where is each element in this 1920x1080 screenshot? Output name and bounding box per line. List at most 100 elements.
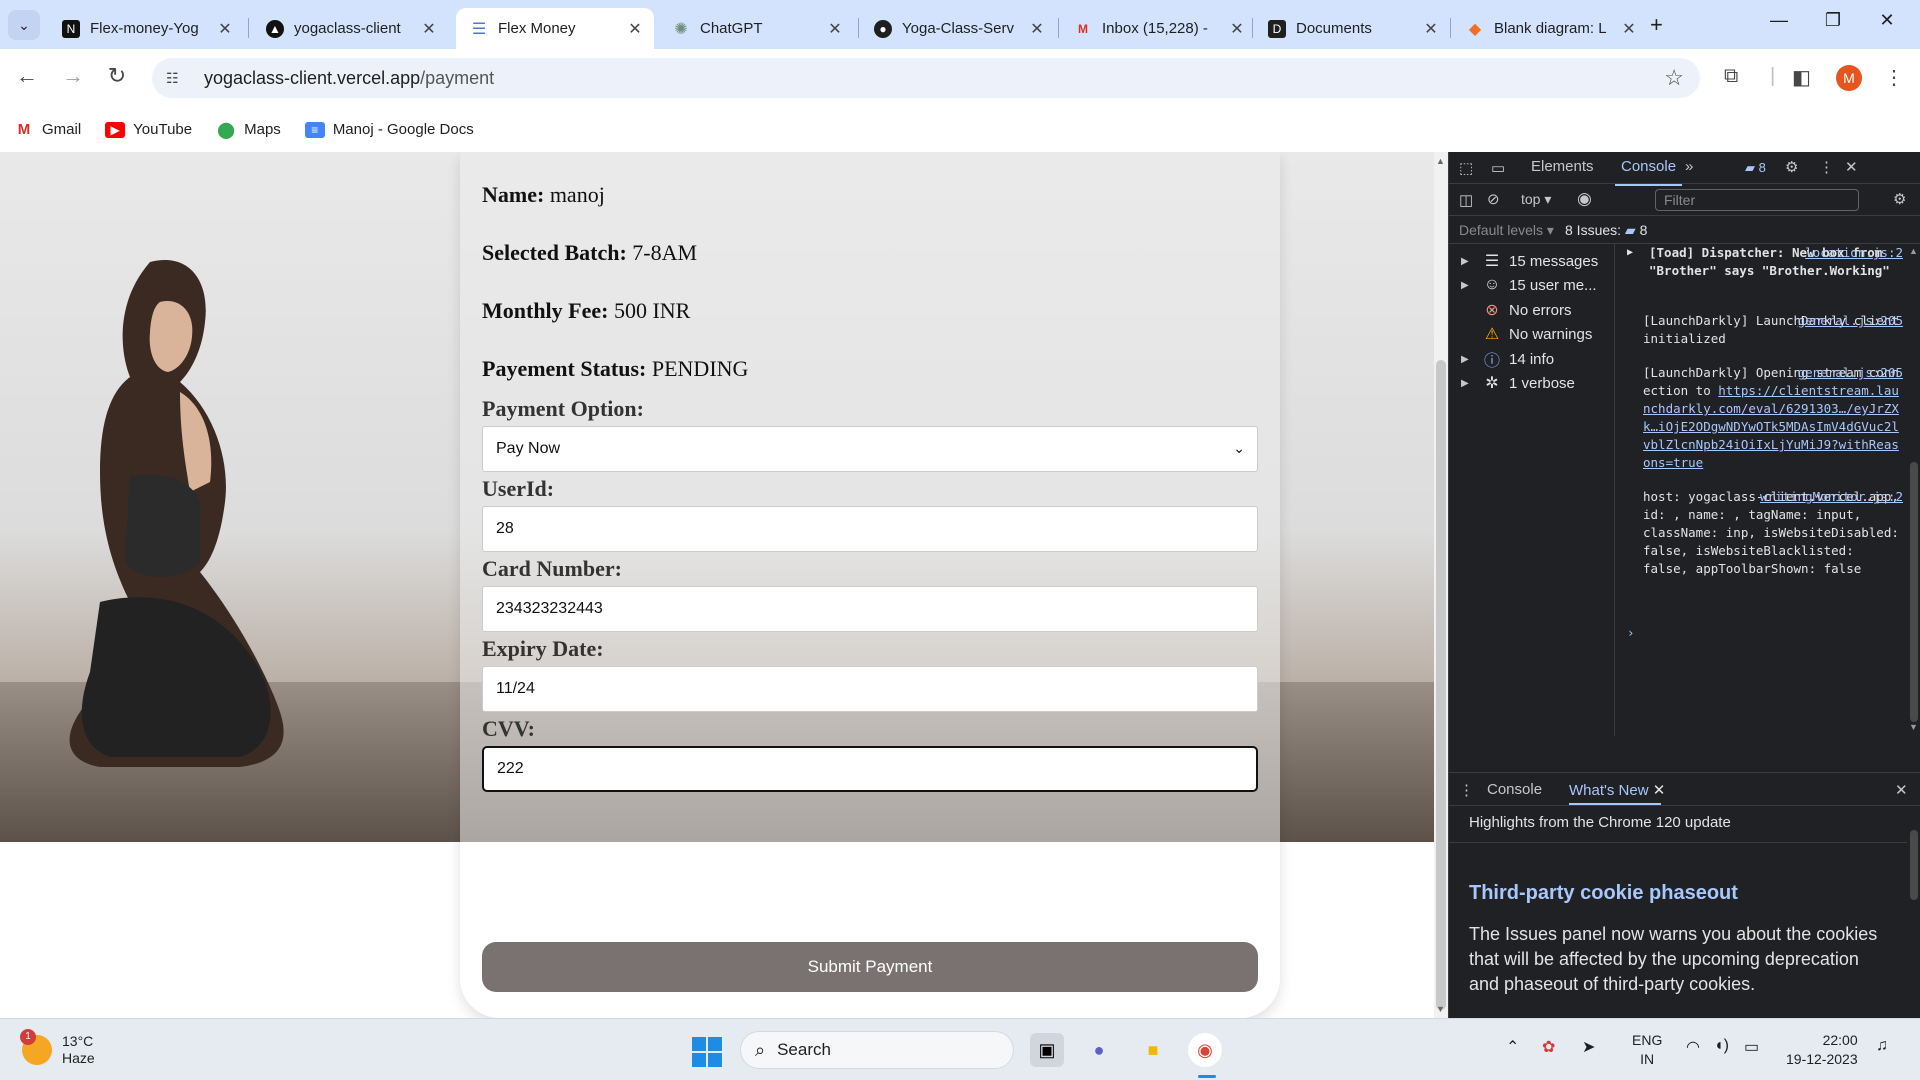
language-indicator[interactable]: ENG IN	[1632, 1031, 1662, 1069]
windows-start-icon[interactable]	[692, 1037, 722, 1067]
menu-kebab-icon[interactable]: ⋮	[1884, 65, 1904, 90]
whats-new-scrollbar[interactable]	[1907, 806, 1920, 1018]
new-tab-button[interactable]: +	[1650, 12, 1663, 38]
devtools-menu-icon[interactable]: ⋮	[1819, 158, 1834, 176]
cvv-input[interactable]: 222	[482, 746, 1258, 792]
close-icon[interactable]: ✕	[1422, 19, 1440, 39]
tab-flex-money-yog[interactable]: N Flex-money-Yog ✕	[48, 8, 244, 49]
bookmark-star-icon[interactable]: ☆	[1664, 65, 1684, 91]
close-icon[interactable]: ✕	[216, 19, 234, 39]
battery-icon[interactable]: ▭	[1744, 1037, 1759, 1057]
close-icon[interactable]: ✕	[420, 19, 438, 39]
notifications-bell-icon[interactable]: ♫	[1876, 1037, 1888, 1055]
tab-blank-diagram[interactable]: ◆ Blank diagram: L ✕	[1452, 8, 1648, 49]
scrollbar-thumb[interactable]	[1910, 462, 1918, 722]
scroll-up-icon[interactable]: ▲	[1909, 246, 1918, 256]
expiry-date-input[interactable]: 11/24	[482, 666, 1258, 712]
inspect-element-icon[interactable]: ⬚	[1459, 159, 1473, 177]
back-icon[interactable]: ←	[12, 63, 42, 89]
scroll-down-icon[interactable]: ▼	[1909, 722, 1918, 732]
minimize-icon[interactable]: —	[1756, 10, 1802, 31]
drawer-menu-icon[interactable]: ⋮	[1459, 781, 1474, 799]
sidebar-item-verbose[interactable]: ▶ ✲ 1 verbose	[1461, 372, 1575, 394]
close-icon[interactable]: ✕	[626, 19, 644, 39]
expand-triangle-icon[interactable]: ▶	[1627, 244, 1633, 262]
live-expression-eye-icon[interactable]: ◉	[1577, 189, 1592, 209]
sidebar-item-errors[interactable]: ⊗ No errors	[1461, 299, 1571, 321]
side-panel-icon[interactable]: ◧	[1792, 65, 1811, 90]
scroll-down-icon[interactable]: ▼	[1436, 1004, 1445, 1014]
tab-elements[interactable]: Elements	[1531, 158, 1594, 175]
scroll-up-icon[interactable]: ▲	[1436, 156, 1445, 166]
sidebar-item-info[interactable]: ▶ ⓘ 14 info	[1461, 348, 1554, 371]
clear-console-icon[interactable]: ⊘	[1487, 190, 1500, 208]
close-drawer-icon[interactable]: ✕	[1895, 781, 1908, 799]
close-icon[interactable]: ✕	[1653, 782, 1666, 799]
submit-payment-button[interactable]: Submit Payment	[482, 942, 1258, 992]
close-icon[interactable]: ✕	[1228, 19, 1246, 39]
tab-chatgpt[interactable]: ✺ ChatGPT ✕	[658, 8, 854, 49]
whats-new-heading[interactable]: Third-party cookie phaseout	[1469, 882, 1738, 905]
app-tray-icon[interactable]: ✿	[1542, 1037, 1555, 1057]
scrollbar-thumb[interactable]	[1436, 360, 1446, 1010]
issues-counter[interactable]: 8 Issues: ▰ 8	[1565, 222, 1647, 239]
reload-icon[interactable]: ↻	[102, 63, 132, 89]
drawer-tab-console[interactable]: Console	[1487, 781, 1542, 798]
show-hidden-icons-icon[interactable]: ⌃	[1506, 1037, 1519, 1057]
log-source-link[interactable]: general.js:205	[1798, 364, 1903, 382]
volume-icon[interactable]: ◖)	[1714, 1037, 1729, 1055]
close-icon[interactable]: ✕	[1620, 19, 1638, 39]
teams-icon[interactable]: ●	[1082, 1033, 1116, 1067]
sidebar-toggle-icon[interactable]: ◫	[1459, 191, 1473, 209]
bookmark-gmail[interactable]: M Gmail	[14, 121, 81, 138]
forward-icon[interactable]: →	[58, 63, 88, 89]
tab-search-button[interactable]: ⌄	[8, 10, 40, 40]
settings-gear-icon[interactable]: ⚙	[1785, 158, 1798, 176]
address-bar[interactable]: ☷ yogaclass-client.vercel.app/payment ☆	[152, 58, 1700, 98]
tab-gmail-inbox[interactable]: M Inbox (15,228) - ✕	[1060, 8, 1256, 49]
tab-console[interactable]: Console	[1614, 158, 1683, 186]
taskbar-search[interactable]: ⌕ Search	[740, 1031, 1014, 1069]
site-info-icon[interactable]: ☷	[166, 70, 190, 87]
log-source-link[interactable]: general.js:205	[1798, 312, 1903, 330]
device-toolbar-icon[interactable]: ▭	[1491, 159, 1505, 177]
bookmark-maps[interactable]: ⬤ Maps	[216, 121, 281, 139]
log-source-link[interactable]: location.js:2	[1805, 244, 1903, 262]
chrome-icon[interactable]: ◉	[1188, 1033, 1222, 1067]
tab-flex-money[interactable]: ☰ Flex Money ✕	[456, 8, 654, 49]
console-settings-gear-icon[interactable]: ⚙	[1893, 190, 1906, 208]
bookmark-youtube[interactable]: ▶ YouTube	[105, 121, 192, 138]
extensions-icon[interactable]: ⧉	[1724, 65, 1738, 88]
tab-documents[interactable]: D Documents ✕	[1254, 8, 1450, 49]
task-view-icon[interactable]: ▣	[1030, 1033, 1064, 1067]
file-explorer-icon[interactable]: ■	[1136, 1033, 1170, 1067]
sidebar-item-warnings[interactable]: ⚠ No warnings	[1461, 323, 1593, 345]
drawer-tab-whats-new[interactable]: What's New ✕	[1569, 781, 1665, 799]
restore-icon[interactable]: ❐	[1810, 10, 1856, 31]
sidebar-item-messages[interactable]: ▶ ☰ 15 messages	[1461, 250, 1598, 272]
profile-avatar[interactable]: M	[1836, 65, 1862, 91]
console-scrollbar[interactable]: ▲ ▼	[1907, 244, 1920, 736]
location-icon[interactable]: ➤	[1582, 1037, 1595, 1057]
console-prompt[interactable]: ›	[1627, 624, 1903, 642]
system-clock[interactable]: 22:00 19-12-2023	[1786, 1031, 1858, 1069]
wifi-icon[interactable]: ◠	[1686, 1037, 1700, 1057]
close-devtools-icon[interactable]: ✕	[1845, 158, 1858, 176]
weather-widget[interactable]: 1 13°C Haze	[20, 1029, 95, 1067]
console-filter-input[interactable]: Filter	[1655, 189, 1859, 211]
log-source-link[interactable]: writingMonitor.js:2	[1760, 488, 1903, 506]
close-icon[interactable]: ✕	[1028, 19, 1046, 39]
default-levels-dropdown[interactable]: Default levels ▾	[1459, 222, 1554, 239]
close-icon[interactable]: ✕	[826, 19, 844, 39]
context-selector[interactable]: top ▾	[1521, 191, 1551, 208]
sidebar-item-user-messages[interactable]: ▶ ☺ 15 user me...	[1461, 274, 1597, 296]
userid-input[interactable]: 28	[482, 506, 1258, 552]
more-tabs-icon[interactable]: »	[1685, 158, 1693, 175]
scrollbar-thumb[interactable]	[1910, 830, 1918, 900]
tab-yoga-class-server[interactable]: ● Yoga-Class-Serv ✕	[860, 8, 1056, 49]
page-scrollbar[interactable]: ▲ ▼	[1434, 152, 1448, 1018]
payment-option-select[interactable]: Pay Now ⌄	[482, 426, 1258, 472]
tab-yogaclass-client[interactable]: ▲ yogaclass-client ✕	[252, 8, 448, 49]
bookmark-google-docs[interactable]: ≡ Manoj - Google Docs	[304, 121, 474, 138]
close-window-icon[interactable]: ✕	[1864, 10, 1910, 31]
